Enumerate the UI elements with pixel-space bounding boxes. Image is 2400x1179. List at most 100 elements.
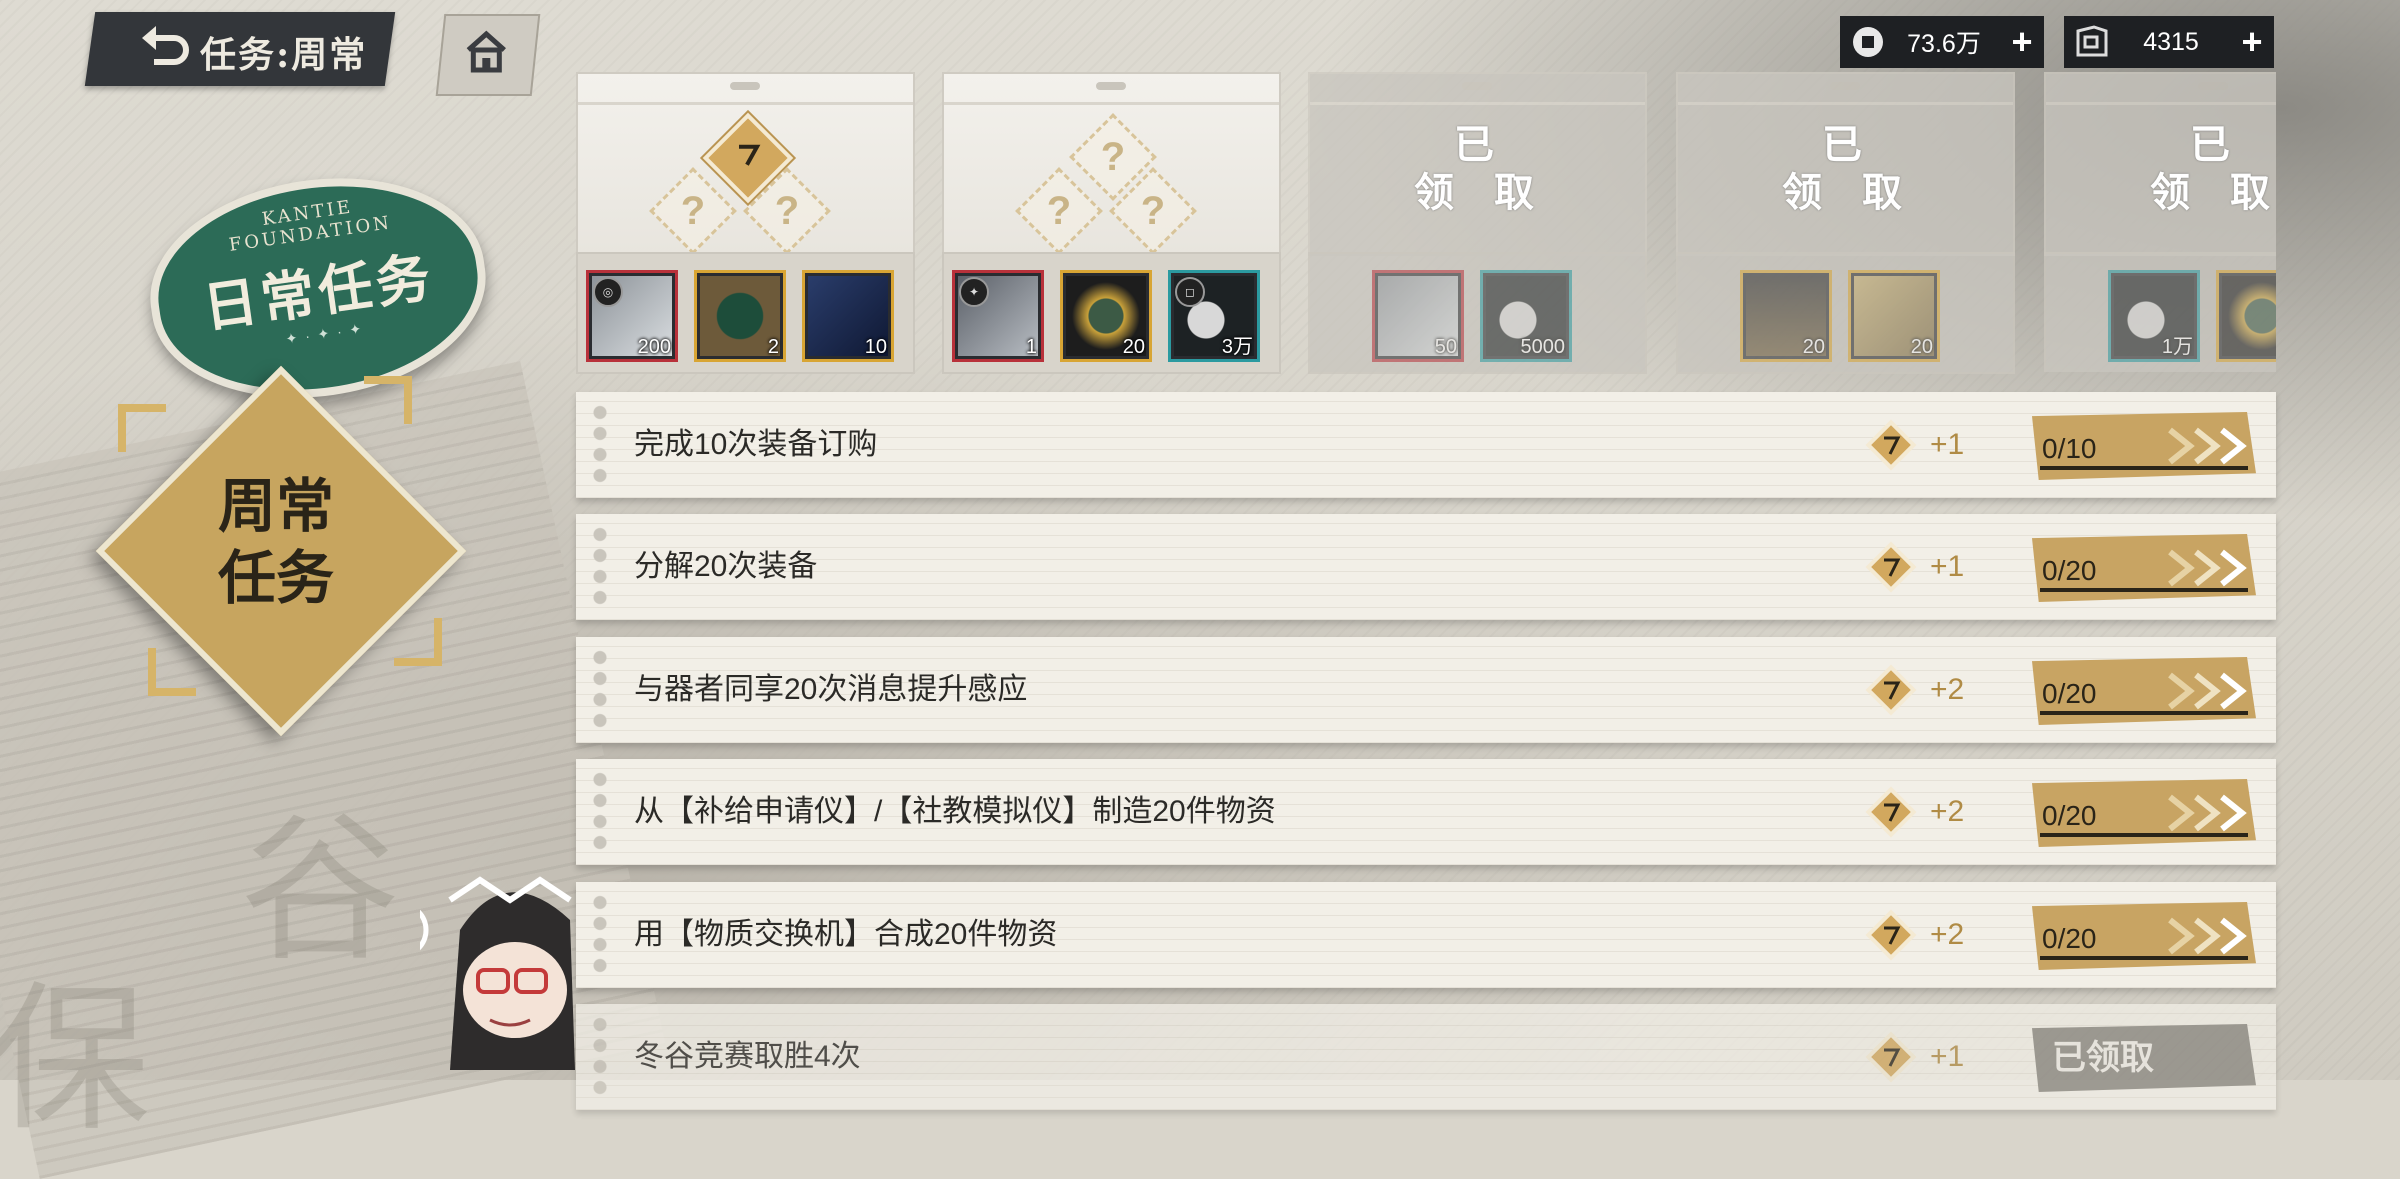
claimed-button: 已领取: [2032, 1024, 2256, 1092]
task-row: 与器者同享20次消息提升感应 +2 0/20: [576, 637, 2276, 743]
task-progress-button[interactable]: 0/20: [2032, 534, 2256, 602]
back-button[interactable]: [140, 24, 192, 70]
item-count: 1万: [2161, 336, 2193, 358]
currency-coins: 73.6万 +: [1840, 16, 2044, 68]
weekly-tasks-label: 周常 任务: [186, 470, 366, 614]
task-points: +2: [1930, 918, 1965, 951]
go-arrow-icon: [2168, 549, 2247, 587]
task-points: +2: [1930, 673, 1965, 706]
task-name: 冬谷竞赛取胜4次: [634, 1040, 861, 1073]
add-tickets-button[interactable]: +: [2230, 21, 2274, 63]
add-coins-button[interactable]: +: [2000, 21, 2044, 63]
task-point-icon: [1865, 419, 1917, 471]
reward-item[interactable]: 10: [802, 270, 894, 362]
item-tag-icon: ◻: [1175, 277, 1205, 307]
task-points: +1: [1930, 428, 1965, 461]
ticket-icon: [2072, 22, 2112, 62]
item-count: 10: [864, 336, 887, 358]
go-arrow-icon: [2168, 427, 2247, 465]
task-progress-button[interactable]: 0/10: [2032, 412, 2256, 480]
card-hanger: [2046, 74, 2276, 105]
task-point-badge: [1864, 908, 1918, 962]
task-name: 用【物质交换机】合成20件物资: [634, 918, 1058, 951]
stamp-char: 已: [1454, 121, 1494, 168]
card-hanger: [1310, 74, 1645, 105]
binder-holes: [590, 1014, 610, 1100]
task-name: 分解20次装备: [634, 550, 818, 583]
task-progress-button[interactable]: 0/20: [2032, 779, 2256, 847]
task-point-icon: [1865, 909, 1917, 961]
selection-bracket: [118, 404, 166, 452]
ticket-amount: 4315: [2143, 27, 2199, 56]
back-arrow-icon: [142, 26, 189, 65]
item-count: 20: [1122, 336, 1145, 358]
task-progress-button[interactable]: 0/20: [2032, 657, 2256, 725]
progress-text: 0/20: [2042, 678, 2097, 709]
task-point-icon: [1865, 1031, 1917, 1083]
chibi-character-avatar: [420, 876, 575, 1070]
stamp-char: 领: [2150, 169, 2190, 216]
reward-item[interactable]: ◎ 200: [586, 270, 678, 362]
reward-card-claimed[interactable]: 已 领 取 50 5000: [1308, 72, 1647, 374]
stamp-char: 领: [1782, 169, 1822, 216]
ring-artifact-icon: [2222, 276, 2276, 356]
stamp-char: 已: [2190, 121, 2230, 168]
task-row: 完成10次装备订购 +1 0/10: [576, 392, 2276, 498]
go-arrow-icon: [2168, 794, 2247, 832]
coin-icon: [1848, 22, 1888, 62]
stamp-char: 取: [1494, 169, 1534, 216]
go-arrow-icon: [2168, 672, 2247, 710]
reward-item: 50: [1372, 270, 1464, 362]
reward-item: 20: [1848, 270, 1940, 362]
task-row: 从【补给申请仪】/【社教模拟仪】制造20件物资 +2 0/20: [576, 759, 2276, 865]
weekly-label-line2: 任务: [217, 544, 334, 612]
claimed-stamp: 已 领 取: [2146, 112, 2276, 232]
task-point-badge: [1864, 785, 1918, 839]
coin-amount: 73.6万: [1907, 30, 1981, 58]
item-count: 1: [1025, 336, 1037, 358]
home-button[interactable]: [435, 14, 541, 96]
background-glyph-decoration: 谷: [240, 796, 401, 983]
card-hanger: [578, 74, 913, 105]
binder-holes: [590, 647, 610, 733]
card-hanger: [944, 74, 1279, 105]
page-title: 任务:周常: [200, 34, 368, 76]
item-count: 3万: [1221, 336, 1253, 358]
reward-item[interactable]: 20: [1060, 270, 1152, 362]
task-row: 用【物质交换机】合成20件物资 +2 0/20: [576, 882, 2276, 988]
task-point-icon: [1865, 664, 1917, 716]
task-row: 冬谷竞赛取胜4次 +1 已领取: [576, 1004, 2276, 1110]
reward-item[interactable]: 2: [694, 270, 786, 362]
go-arrow-icon: [2168, 917, 2247, 955]
claimed-stamp: 已 领 取: [1778, 112, 1908, 232]
stamp-char: 已: [1822, 121, 1862, 168]
item-count: 5000: [1520, 336, 1566, 358]
item-count: 20: [1910, 336, 1933, 358]
selection-bracket: [394, 618, 442, 666]
task-name: 与器者同享20次消息提升感应: [634, 673, 1028, 706]
card-hanger: [1678, 74, 2013, 105]
reward-item[interactable]: ✦ 1: [952, 270, 1044, 362]
task-name: 从【补给申请仪】/【社教模拟仪】制造20件物资: [634, 795, 1276, 828]
binder-holes: [590, 524, 610, 610]
item-tag-icon: ✦: [959, 277, 989, 307]
stamp-char: 取: [1862, 169, 1902, 216]
task-point-badge: [1864, 540, 1918, 594]
task-points: +1: [1930, 1040, 1965, 1073]
currency-tickets: 4315 +: [2064, 16, 2274, 68]
reward-item: 5000: [1480, 270, 1572, 362]
item-tag-icon: ◎: [593, 277, 623, 307]
background-glyph-decoration: 保: [0, 966, 151, 1153]
card-bottom: [1308, 252, 1647, 374]
claimed-stamp: 已 领 取: [1410, 112, 1540, 232]
reward-card-claimed[interactable]: 已 领 取 20 20: [1676, 72, 2015, 374]
item-count: 50: [1434, 336, 1457, 358]
reward-card-locked[interactable]: ? ? ? ✦ 1 20 ◻ 3万: [942, 72, 1281, 374]
progress-text: 0/20: [2042, 800, 2097, 831]
progress-text: 0/20: [2042, 923, 2097, 954]
reward-card-locked[interactable]: ? ? ◎ 200 2 10: [576, 72, 915, 374]
task-progress-button[interactable]: 0/20: [2032, 902, 2256, 970]
reward-card-claimed[interactable]: 已 领 取 1万: [2044, 72, 2276, 372]
reward-item[interactable]: ◻ 3万: [1168, 270, 1260, 362]
binder-holes: [590, 892, 610, 978]
